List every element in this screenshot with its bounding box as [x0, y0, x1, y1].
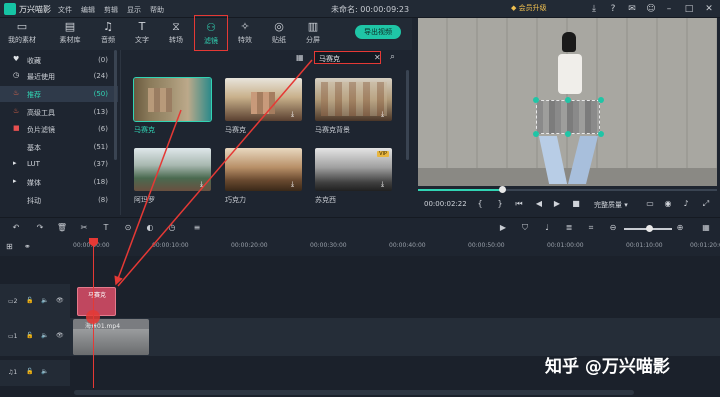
annotation-arrow	[114, 109, 182, 286]
annotation-arrow	[117, 59, 313, 287]
annotation-arrows	[114, 59, 313, 287]
watermark: 知乎 @万兴喵影	[545, 357, 670, 377]
timeline-scrollbar[interactable]	[74, 390, 634, 395]
